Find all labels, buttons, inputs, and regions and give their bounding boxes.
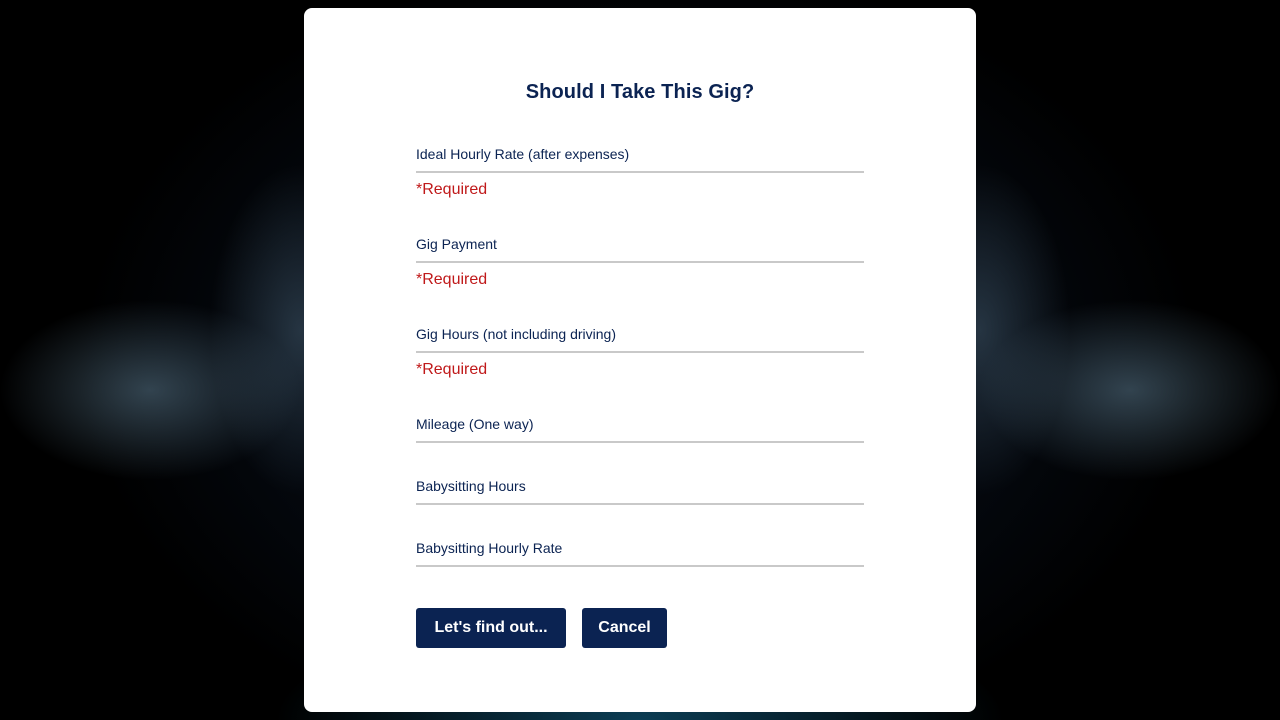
required-error: *Required [416, 361, 488, 378]
babysitting-hours-input[interactable] [416, 495, 864, 505]
field-label: Mileage (One way) [416, 416, 534, 432]
gig-hours-input[interactable] [416, 343, 864, 353]
field-babysitting-hourly-rate: Babysitting Hourly Rate [416, 539, 864, 567]
modal-title: Should I Take This Gig? [525, 81, 755, 103]
field-label: Babysitting Hourly Rate [416, 540, 563, 556]
gig-payment-input[interactable] [416, 253, 864, 263]
field-gig-payment: Gig Payment *Required [416, 235, 864, 289]
babysitting-hourly-rate-input[interactable] [416, 557, 864, 567]
field-label: Gig Payment [416, 236, 497, 252]
required-error: *Required [416, 271, 488, 288]
lets-find-out-button[interactable]: Let's find out... [416, 608, 566, 648]
ideal-hourly-rate-input[interactable] [416, 163, 864, 173]
field-mileage: Mileage (One way) [416, 415, 864, 443]
cancel-button[interactable]: Cancel [582, 608, 667, 648]
field-babysitting-hours: Babysitting Hours [416, 477, 864, 505]
field-ideal-hourly-rate: Ideal Hourly Rate (after expenses) *Requ… [416, 145, 864, 199]
field-label: Ideal Hourly Rate (after expenses) [416, 146, 630, 162]
field-label: Gig Hours (not including driving) [416, 326, 616, 342]
field-label: Babysitting Hours [416, 478, 526, 494]
mileage-input[interactable] [416, 433, 864, 443]
field-gig-hours: Gig Hours (not including driving) *Requi… [416, 325, 864, 379]
gig-calculator-modal: Should I Take This Gig? Ideal Hourly Rat… [304, 8, 976, 712]
required-error: *Required [416, 181, 488, 198]
